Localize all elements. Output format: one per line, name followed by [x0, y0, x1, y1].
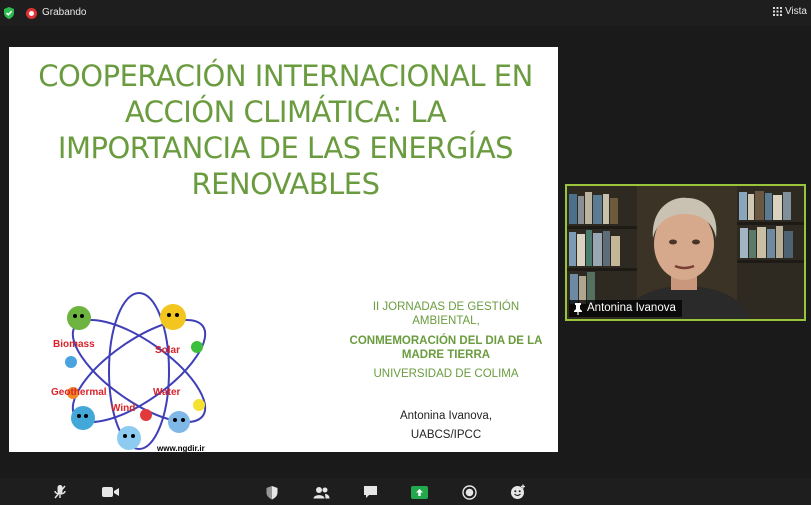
security-icon [266, 485, 278, 499]
view-label: Vista [784, 6, 807, 17]
grid-view-icon [772, 7, 782, 16]
record-button[interactable] [460, 483, 478, 501]
mic-icon [54, 485, 66, 499]
reactions-icon [511, 484, 525, 499]
logo-label-water: Water [153, 387, 181, 398]
top-bar: Grabando Vista [0, 0, 811, 26]
slide-author-name: Antonina Ivanova, [399, 410, 493, 422]
logo-label-biomass: Biomass [53, 339, 95, 350]
recording-label: Grabando [42, 7, 87, 18]
logo-label-solar: Solar [155, 345, 180, 356]
slide-author: Antonina Ivanova, UABCS/IPCC [341, 407, 551, 445]
logo-label-wind: Wind [111, 403, 135, 414]
reactions-button[interactable] [509, 483, 527, 501]
logo-label-geothermal: Geothermal [51, 387, 107, 398]
video-icon [101, 487, 119, 497]
participants-button[interactable] [312, 483, 330, 501]
slide-universidad-text: UNIVERSIDAD DE COLIMA [373, 368, 519, 380]
slide-conmemoracion-text: CONMEMORACIÓN DEL DIA DE LA MADRE TIERRA [349, 335, 543, 361]
view-button[interactable]: Vista [772, 6, 807, 17]
recording-indicator-icon [26, 8, 37, 19]
meeting-toolbar [0, 478, 811, 505]
encryption-shield-icon[interactable] [2, 6, 16, 20]
participant-name: Antonina Ivanova [587, 302, 676, 314]
share-screen-button[interactable] [410, 483, 428, 501]
renewable-energy-logo: Biomass Solar Geothermal Water Wind www.… [51, 292, 207, 452]
chat-button[interactable] [361, 483, 379, 501]
meeting-stage: COOPERACIÓN INTERNACIONAL EN ACCIÓN CLIM… [0, 26, 811, 478]
logo-url: www.ngdir.ir [156, 444, 205, 452]
shared-slide: COOPERACIÓN INTERNACIONAL EN ACCIÓN CLIM… [9, 47, 558, 452]
participant-video-tile[interactable]: Antonina Ivanova [565, 184, 806, 321]
slide-author-affiliation: UABCS/IPCC [410, 429, 482, 441]
video-button[interactable] [101, 483, 119, 501]
mute-button[interactable] [51, 483, 69, 501]
participant-name-tag: Antonina Ivanova [569, 300, 682, 317]
slide-jornadas-text: II JORNADAS DE GESTIÓN AMBIENTAL, [372, 301, 520, 327]
chat-icon [363, 486, 377, 498]
slide-title: COOPERACIÓN INTERNACIONAL EN ACCIÓN CLIM… [38, 59, 533, 201]
pin-icon[interactable] [573, 302, 583, 315]
share-screen-icon [410, 485, 428, 499]
record-icon [461, 484, 477, 500]
security-button[interactable] [263, 483, 281, 501]
participants-icon [313, 486, 329, 498]
